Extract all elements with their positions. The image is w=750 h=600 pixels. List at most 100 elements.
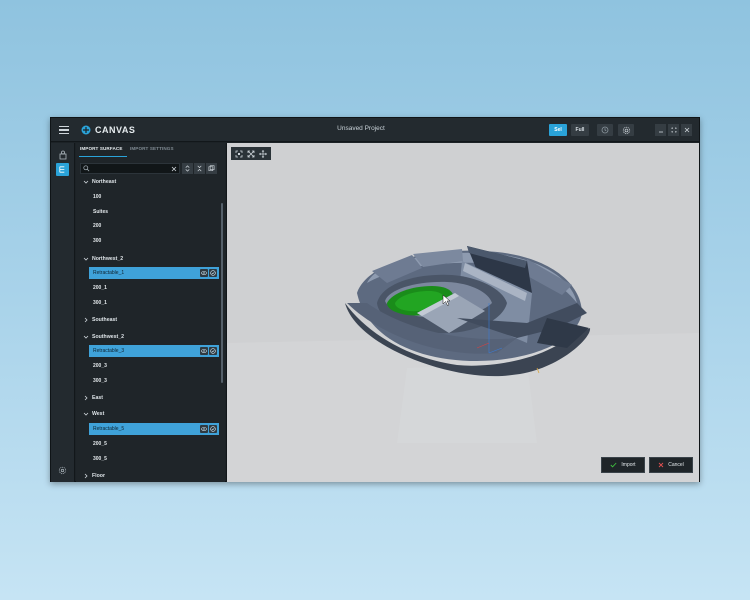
close-icon bbox=[684, 127, 689, 133]
search-box bbox=[80, 163, 180, 174]
collapse-icon bbox=[197, 165, 202, 172]
expand-all-button[interactable] bbox=[182, 163, 193, 174]
tree-item-label: Suites bbox=[93, 209, 109, 215]
active-tab-indicator bbox=[79, 156, 127, 157]
tree-group-label: Northeast bbox=[92, 179, 117, 185]
cancel-button[interactable]: Cancel bbox=[649, 457, 693, 473]
left-rail bbox=[51, 143, 75, 482]
clear-search-icon[interactable] bbox=[171, 166, 177, 172]
tree-group-southeast[interactable]: Southeast bbox=[76, 314, 222, 326]
tree-item-label: Retractable_5 bbox=[93, 426, 125, 432]
copy-icon bbox=[208, 165, 215, 171]
chevron-down-icon[interactable] bbox=[82, 411, 90, 417]
cancel-button-label: Cancel bbox=[668, 462, 684, 468]
tree-item[interactable]: 200 bbox=[76, 220, 222, 232]
tree-item-label: 200 bbox=[93, 223, 102, 229]
search-icon bbox=[83, 165, 90, 172]
brand-name: CANVAS bbox=[95, 125, 136, 135]
chevron-down-icon[interactable] bbox=[82, 179, 90, 185]
panel-tabs: IMPORT SURFACE IMPORT SETTINGS bbox=[76, 143, 225, 157]
stadium-model[interactable] bbox=[227, 143, 699, 482]
history-icon bbox=[601, 126, 609, 134]
rail-tree-button[interactable] bbox=[56, 163, 69, 176]
check-circle-icon[interactable] bbox=[209, 269, 217, 277]
tree-group-label: Southeast bbox=[92, 317, 118, 323]
settings-icon bbox=[58, 466, 67, 475]
hamburger-menu-icon[interactable] bbox=[55, 121, 73, 139]
tree-item[interactable]: 300_5 bbox=[76, 453, 222, 465]
canvas-logo-icon bbox=[81, 125, 91, 135]
import-button[interactable]: Import bbox=[601, 457, 645, 473]
maximize-icon bbox=[671, 127, 676, 133]
close-icon bbox=[658, 462, 664, 468]
tree-item-label: 200_3 bbox=[93, 363, 107, 369]
tree-group-east[interactable]: East bbox=[76, 392, 222, 404]
chevron-right-icon[interactable] bbox=[82, 473, 90, 479]
import-panel: IMPORT SURFACE IMPORT SETTINGS Northeast… bbox=[76, 143, 225, 482]
tab-import-surface[interactable]: IMPORT SURFACE bbox=[80, 146, 123, 151]
chevron-down-icon[interactable] bbox=[82, 256, 90, 262]
collapse-all-button[interactable] bbox=[194, 163, 205, 174]
sel-mode-button[interactable]: Sel bbox=[549, 124, 567, 136]
check-circle-icon[interactable] bbox=[209, 347, 217, 355]
layer-tree: Northeast 100 Suites 200 300 Northwest_2… bbox=[76, 176, 222, 482]
brand: CANVAS bbox=[81, 123, 135, 137]
tree-item[interactable]: 300_1 bbox=[76, 297, 222, 309]
tree-item-label: 200_5 bbox=[93, 441, 107, 447]
check-circle-icon[interactable] bbox=[209, 425, 217, 433]
chevron-down-icon[interactable] bbox=[82, 334, 90, 340]
tree-item-selected[interactable]: Retractable_5 bbox=[89, 423, 219, 435]
history-button[interactable] bbox=[597, 124, 613, 136]
3d-viewport[interactable]: Import Cancel bbox=[226, 143, 699, 482]
maximize-button[interactable] bbox=[668, 124, 679, 136]
check-icon bbox=[610, 462, 617, 468]
tree-group-southwest-2[interactable]: Southwest_2 bbox=[76, 331, 222, 343]
rail-settings-button[interactable] bbox=[56, 464, 69, 477]
tree-group-label: Floor bbox=[92, 473, 105, 479]
visibility-eye-icon[interactable] bbox=[200, 347, 208, 355]
chevron-right-icon[interactable] bbox=[82, 395, 90, 401]
tree-group-west[interactable]: West bbox=[76, 408, 222, 420]
tree-item-label: 300_1 bbox=[93, 300, 107, 306]
tree-item-label: 100 bbox=[93, 194, 102, 200]
search-input[interactable] bbox=[90, 164, 171, 173]
settings-button[interactable] bbox=[618, 124, 634, 136]
tree-item-label: Retractable_3 bbox=[93, 348, 125, 354]
minimize-button[interactable] bbox=[655, 124, 666, 136]
tree-item-label: Retractable_1 bbox=[93, 270, 125, 276]
tree-scrollbar[interactable] bbox=[221, 203, 223, 383]
tree-item[interactable]: 100 bbox=[76, 191, 222, 203]
select-all-button[interactable] bbox=[206, 163, 217, 174]
tree-item-label: 300 bbox=[93, 238, 102, 244]
tree-group-label: West bbox=[92, 411, 105, 417]
tree-item[interactable]: 200_3 bbox=[76, 360, 222, 372]
tree-group-floor[interactable]: Floor bbox=[76, 470, 222, 482]
import-button-label: Import bbox=[621, 462, 636, 468]
tree-item[interactable]: 200_1 bbox=[76, 282, 222, 294]
rail-import-button[interactable] bbox=[56, 148, 69, 161]
tree-item[interactable]: Suites bbox=[76, 206, 222, 218]
gear-icon bbox=[622, 126, 630, 134]
tree-item-selected[interactable]: Retractable_1 bbox=[89, 267, 219, 279]
tree-item-label: 300_3 bbox=[93, 378, 107, 384]
tree-group-northwest-2[interactable]: Northwest_2 bbox=[76, 253, 222, 265]
tree-group-label: Southwest_2 bbox=[92, 334, 124, 340]
tree-group-label: Northwest_2 bbox=[92, 256, 124, 262]
tree-item-label: 200_1 bbox=[93, 285, 107, 291]
minimize-icon bbox=[658, 131, 663, 133]
tab-import-settings[interactable]: IMPORT SETTINGS bbox=[130, 146, 174, 151]
import-icon bbox=[59, 150, 66, 159]
tree-item-selected[interactable]: Retractable_3 bbox=[89, 345, 219, 357]
app-window: CANVAS Unsaved Project Sel Full IMPORT S… bbox=[50, 117, 700, 482]
tree-group-northeast[interactable]: Northeast bbox=[76, 176, 222, 188]
visibility-eye-icon[interactable] bbox=[200, 425, 208, 433]
full-mode-button[interactable]: Full bbox=[571, 124, 589, 136]
tree-item[interactable]: 300_3 bbox=[76, 375, 222, 387]
project-title: Unsaved Project bbox=[337, 125, 385, 132]
visibility-eye-icon[interactable] bbox=[200, 269, 208, 277]
close-button[interactable] bbox=[681, 124, 692, 136]
chevron-right-icon[interactable] bbox=[82, 317, 90, 323]
tree-item[interactable]: 300 bbox=[76, 235, 222, 247]
title-bar: CANVAS Unsaved Project Sel Full bbox=[51, 118, 699, 142]
tree-item[interactable]: 200_5 bbox=[76, 438, 222, 450]
